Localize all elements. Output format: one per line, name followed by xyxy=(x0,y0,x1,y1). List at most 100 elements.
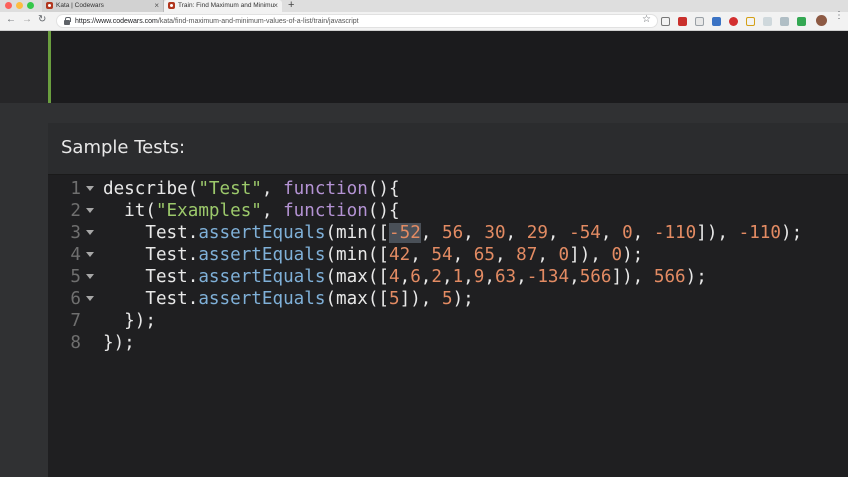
blue-extension-icon[interactable] xyxy=(712,17,721,26)
line-number: 3 xyxy=(70,223,81,243)
profile-avatar[interactable] xyxy=(816,15,827,26)
url-host: https://www.codewars.com xyxy=(75,18,158,25)
tab-close-icon[interactable]: × xyxy=(273,0,278,11)
code-token: , xyxy=(505,223,527,243)
address-bar[interactable]: https://www.codewars.com/kata/find-maxim… xyxy=(56,14,658,28)
lightning-icon[interactable] xyxy=(746,17,755,26)
code-token: 5 xyxy=(389,289,400,309)
code-text: Test.assertEquals(max([5]), 5); xyxy=(103,288,473,310)
red-extension-icon[interactable] xyxy=(678,17,687,26)
solution-editor-gutter xyxy=(0,31,48,103)
window-close-button[interactable] xyxy=(5,2,12,9)
code-token: , xyxy=(463,223,485,243)
code-token: 65 xyxy=(473,245,495,265)
lock-icon xyxy=(64,17,71,25)
code-token: assertEquals xyxy=(198,245,326,265)
code-token: 0 xyxy=(611,245,623,265)
code-token: , xyxy=(547,223,570,243)
sample-tests-code-editor[interactable]: 1 describe("Test", function(){ 2 it("Examp… xyxy=(48,175,848,477)
code-token: , xyxy=(494,245,517,265)
sample-tests-header: Sample Tests: xyxy=(48,123,848,175)
code-token: 30 xyxy=(484,223,506,243)
solution-editor[interactable] xyxy=(48,31,848,103)
sheet-icon[interactable] xyxy=(797,17,806,26)
code-token: , xyxy=(516,267,527,287)
fold-arrow-icon[interactable] xyxy=(86,208,94,213)
tab-train-kata[interactable]: Train: Find Maximum and Minimu × xyxy=(164,0,282,12)
code-token: 1 xyxy=(452,267,464,287)
code-token: , xyxy=(632,223,654,243)
line-number: 4 xyxy=(70,245,81,265)
page-content: Sample Tests: 1 describe("Test", function… xyxy=(0,31,848,477)
code-token: 63 xyxy=(494,267,517,287)
selected-code-token: -52 xyxy=(389,223,421,243)
code-text: Test.assertEquals(max([4,6,2,1,9,63,-134… xyxy=(103,266,707,288)
code-token: , xyxy=(420,267,432,287)
translate-icon[interactable] xyxy=(695,17,704,26)
code-token: 56 xyxy=(441,223,464,243)
code-token: (max([ xyxy=(325,267,390,287)
code-token: 2 xyxy=(431,267,442,287)
code-token: ]), xyxy=(611,267,654,287)
code-token: 29 xyxy=(526,223,548,243)
forward-arrow-icon[interactable]: → xyxy=(22,14,32,25)
fold-arrow-icon[interactable] xyxy=(86,296,94,301)
code-token: 566 xyxy=(579,267,612,287)
code-token: , xyxy=(261,201,284,221)
code-token: 87 xyxy=(516,245,538,265)
line-number: 1 xyxy=(70,179,81,199)
reload-icon[interactable]: ↻ xyxy=(38,14,46,25)
code-token: 42 xyxy=(389,245,411,265)
new-tab-button[interactable]: + xyxy=(288,0,294,11)
fold-arrow-icon[interactable] xyxy=(86,230,94,235)
code-token: ]), xyxy=(569,245,612,265)
code-token: 0 xyxy=(622,223,633,243)
code-token: ); xyxy=(685,267,707,287)
code-token: ); xyxy=(622,245,644,265)
code-token: (){ xyxy=(367,179,400,199)
tab-kata-codewars[interactable]: Kata | Codewars × xyxy=(42,0,164,12)
code-token: Test. xyxy=(103,245,199,265)
code-token: 6 xyxy=(410,267,421,287)
code-token: ); xyxy=(780,223,803,243)
code-token: function xyxy=(283,201,368,221)
wand-icon[interactable] xyxy=(780,17,789,26)
code-token: 0 xyxy=(558,245,570,265)
code-token: 5 xyxy=(441,289,453,309)
code-token: 566 xyxy=(653,267,686,287)
code-token: , xyxy=(484,267,495,287)
code-token: }); xyxy=(103,333,135,353)
code-token: "Examples" xyxy=(155,201,262,221)
line-number: 7 xyxy=(70,311,81,331)
tv-icon[interactable] xyxy=(661,17,670,26)
fold-arrow-icon[interactable] xyxy=(86,274,94,279)
code-text: describe("Test", function(){ xyxy=(103,178,400,200)
code-token: (min([ xyxy=(325,245,390,265)
bookmark-star-icon[interactable]: ☆ xyxy=(642,14,651,25)
pencil-icon[interactable] xyxy=(763,17,772,26)
window-maximize-button[interactable] xyxy=(27,2,34,9)
code-token: -110 xyxy=(653,223,697,243)
fold-arrow-icon[interactable] xyxy=(86,252,94,257)
browser-menu-icon[interactable]: ⋮ xyxy=(834,11,844,21)
sample-tests-panel: Sample Tests: 1 describe("Test", function… xyxy=(48,123,848,477)
codewars-favicon-icon xyxy=(168,2,175,9)
code-text: }); xyxy=(103,310,156,332)
code-token: , xyxy=(452,245,474,265)
code-token: , xyxy=(399,267,411,287)
tab-close-icon[interactable]: × xyxy=(154,0,159,11)
line-number: 6 xyxy=(70,289,81,309)
fold-arrow-icon[interactable] xyxy=(86,186,94,191)
window-minimize-button[interactable] xyxy=(16,2,23,9)
code-text: Test.assertEquals(min([42, 54, 65, 87, 0… xyxy=(103,244,643,266)
code-token: ]), xyxy=(399,289,442,309)
code-token: -54 xyxy=(569,223,601,243)
code-token: -134 xyxy=(526,267,570,287)
code-token: it( xyxy=(103,201,156,221)
opera-icon[interactable] xyxy=(729,17,738,26)
code-token: 54 xyxy=(431,245,453,265)
tab-label: Kata | Codewars xyxy=(56,2,104,9)
tab-label: Train: Find Maximum and Minimu xyxy=(178,2,275,9)
back-arrow-icon[interactable]: ← xyxy=(6,14,16,25)
url-text: https://www.codewars.com/kata/find-maxim… xyxy=(75,16,359,27)
